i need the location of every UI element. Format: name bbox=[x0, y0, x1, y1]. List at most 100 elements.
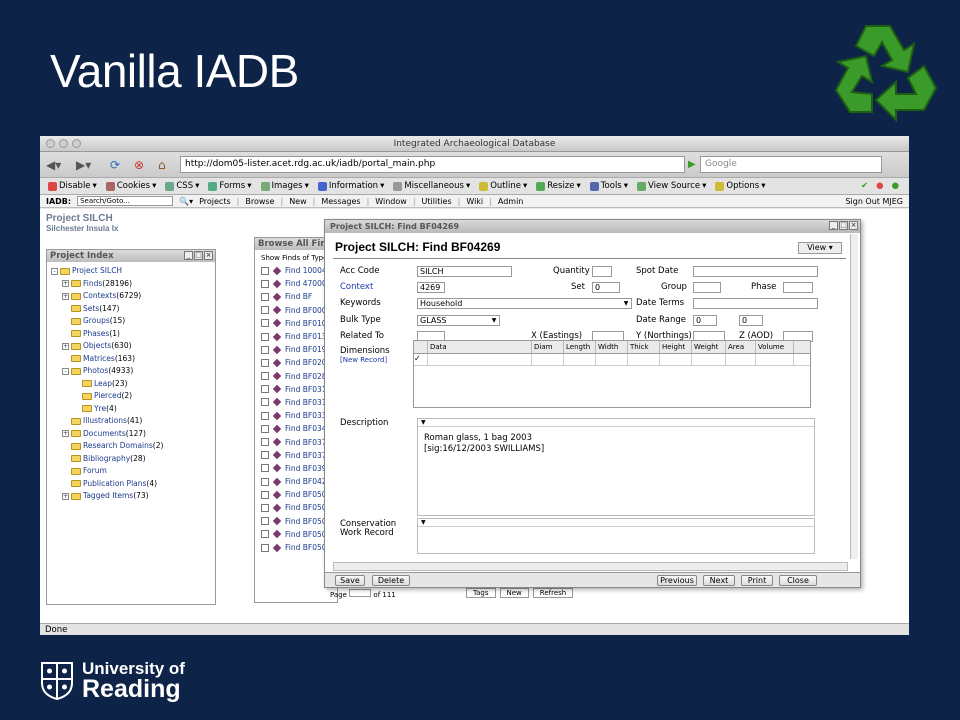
home-icon[interactable]: ⌂ bbox=[158, 156, 166, 174]
expand-icon[interactable]: + bbox=[62, 430, 69, 438]
stop-icon[interactable]: ⊗ bbox=[134, 156, 144, 174]
find-link[interactable]: Find BF037 bbox=[285, 438, 327, 447]
webdev-menu-outline[interactable]: Outline ▾ bbox=[479, 181, 527, 191]
webdev-menu-resize[interactable]: Resize ▾ bbox=[536, 181, 581, 191]
select-checkbox[interactable] bbox=[261, 424, 269, 433]
select-checkbox[interactable] bbox=[261, 385, 269, 394]
zoom-window-icon[interactable] bbox=[72, 139, 81, 148]
back-icon[interactable]: ◀▾ bbox=[46, 156, 61, 174]
select-checkbox[interactable] bbox=[261, 543, 269, 552]
find-link[interactable]: Find 10004 bbox=[285, 266, 327, 275]
select-checkbox[interactable] bbox=[261, 372, 269, 381]
dimension-cell[interactable] bbox=[596, 354, 628, 366]
dimension-cell[interactable] bbox=[726, 354, 756, 366]
tree-item[interactable]: Yre (4) bbox=[51, 403, 215, 416]
context-field[interactable]: 4269 bbox=[417, 282, 445, 293]
dimension-cell[interactable] bbox=[428, 354, 532, 366]
webdev-menu-view-source[interactable]: View Source ▾ bbox=[637, 181, 706, 191]
select-checkbox[interactable] bbox=[261, 517, 269, 526]
find-link[interactable]: Find BF050 bbox=[285, 517, 327, 526]
dimension-cell[interactable] bbox=[660, 354, 692, 366]
find-link[interactable]: Find BF037 bbox=[285, 451, 327, 460]
webdev-menu-forms[interactable]: Forms ▾ bbox=[208, 181, 252, 191]
tree-item[interactable]: Bibliography (28) bbox=[51, 453, 215, 466]
select-checkbox[interactable] bbox=[261, 292, 269, 301]
dimension-cell[interactable] bbox=[692, 354, 726, 366]
dimension-cell[interactable] bbox=[532, 354, 564, 366]
webdev-menu-cookies[interactable]: Cookies ▾ bbox=[105, 181, 156, 191]
signout-link[interactable]: Sign Out MJEG bbox=[845, 197, 909, 206]
conservation-textarea[interactable]: ▼ bbox=[417, 518, 815, 554]
tree-item[interactable]: + Documents (127) bbox=[51, 428, 215, 441]
horizontal-scrollbar[interactable] bbox=[333, 562, 848, 571]
find-link[interactable]: Find BF050 bbox=[285, 530, 327, 539]
select-checkbox[interactable] bbox=[261, 438, 269, 447]
expand-icon[interactable]: + bbox=[62, 342, 69, 350]
select-checkbox[interactable] bbox=[261, 345, 269, 354]
tree-item[interactable]: Publication Plans (4) bbox=[51, 478, 215, 491]
find-link[interactable]: Find BF034 bbox=[285, 424, 327, 433]
tree-item[interactable]: Pierced (2) bbox=[51, 390, 215, 403]
new-button[interactable]: New bbox=[499, 588, 529, 598]
view-menu-button[interactable]: View ▾ bbox=[798, 242, 842, 254]
tree-item[interactable]: - Project SILCH bbox=[51, 265, 215, 278]
previous-button[interactable]: Previous bbox=[657, 575, 697, 586]
status-icon[interactable]: ● bbox=[892, 181, 899, 191]
tags-button[interactable]: Tags bbox=[466, 588, 496, 598]
tree-item[interactable]: Sets (147) bbox=[51, 303, 215, 316]
select-checkbox[interactable] bbox=[261, 266, 269, 275]
spot-date-field[interactable] bbox=[693, 266, 818, 277]
find-link[interactable]: Find BF019 bbox=[285, 345, 327, 354]
description-textarea[interactable]: ▼ Roman glass, 1 bag 2003 [sig:16/12/200… bbox=[417, 418, 815, 516]
dimension-cell[interactable] bbox=[628, 354, 660, 366]
iadb-link-new[interactable]: New bbox=[289, 197, 306, 206]
expand-icon[interactable]: + bbox=[62, 292, 69, 300]
dimension-cell[interactable] bbox=[756, 354, 794, 366]
expand-icon[interactable]: + bbox=[62, 280, 69, 288]
bulk-type-select[interactable]: GLASS ▼ bbox=[417, 315, 500, 326]
iadb-link-admin[interactable]: Admin bbox=[498, 197, 524, 206]
find-link[interactable]: Find BF bbox=[285, 292, 312, 301]
forward-icon[interactable]: ▶▾ bbox=[76, 156, 91, 174]
tree-item[interactable]: + Contexts (6729) bbox=[51, 290, 215, 303]
select-checkbox[interactable] bbox=[261, 358, 269, 367]
goto-search-input[interactable]: Search/Goto... bbox=[77, 196, 174, 206]
url-field[interactable]: http://dom05-lister.acet.rdg.ac.uk/iadb/… bbox=[180, 156, 685, 173]
dimension-cell[interactable] bbox=[564, 354, 596, 366]
delete-button[interactable]: Delete bbox=[372, 575, 410, 586]
iadb-link-window[interactable]: Window bbox=[375, 197, 407, 206]
iadb-link-browse[interactable]: Browse bbox=[245, 197, 274, 206]
close-icon[interactable]: × bbox=[204, 251, 213, 260]
tree-item[interactable]: - Photos (4933) bbox=[51, 365, 215, 378]
select-checkbox[interactable] bbox=[261, 332, 269, 341]
go-icon[interactable]: ▶ bbox=[688, 156, 696, 174]
iadb-link-utilities[interactable]: Utilities bbox=[422, 197, 452, 206]
quantity-field[interactable] bbox=[592, 266, 612, 277]
group-field[interactable] bbox=[693, 282, 721, 293]
find-link[interactable]: Find BF020 bbox=[285, 358, 327, 367]
close-window-icon[interactable] bbox=[46, 139, 55, 148]
tree-item[interactable]: Research Domains (2) bbox=[51, 440, 215, 453]
find-link[interactable]: Find BF033 bbox=[285, 411, 327, 420]
select-checkbox[interactable] bbox=[261, 306, 269, 315]
webdev-menu-css[interactable]: CSS ▾ bbox=[165, 181, 199, 191]
find-link[interactable]: Find BF050 bbox=[285, 503, 327, 512]
collapse-icon[interactable]: - bbox=[62, 367, 69, 375]
iadb-link-wiki[interactable]: Wiki bbox=[466, 197, 483, 206]
tree-item[interactable]: Illustrations (41) bbox=[51, 415, 215, 428]
new-record-link[interactable]: [New Record] bbox=[340, 356, 387, 364]
close-icon[interactable]: × bbox=[849, 221, 858, 230]
maximize-icon[interactable]: □ bbox=[194, 251, 203, 260]
date-terms-select[interactable] bbox=[693, 298, 818, 309]
select-checkbox[interactable] bbox=[261, 530, 269, 539]
date-range-from[interactable]: 0 bbox=[693, 315, 717, 326]
find-link[interactable]: Find BF028 bbox=[285, 372, 327, 381]
expand-icon[interactable]: + bbox=[62, 492, 69, 500]
select-checkbox[interactable] bbox=[261, 477, 269, 486]
find-link[interactable]: Find BF013 bbox=[285, 332, 327, 341]
find-link[interactable]: Find BF031 bbox=[285, 385, 327, 394]
collapse-icon[interactable]: - bbox=[51, 267, 58, 275]
page-input[interactable] bbox=[349, 589, 372, 597]
tree-item[interactable]: + Tagged Items (73) bbox=[51, 490, 215, 503]
webdev-menu-disable[interactable]: Disable ▾ bbox=[48, 181, 97, 191]
